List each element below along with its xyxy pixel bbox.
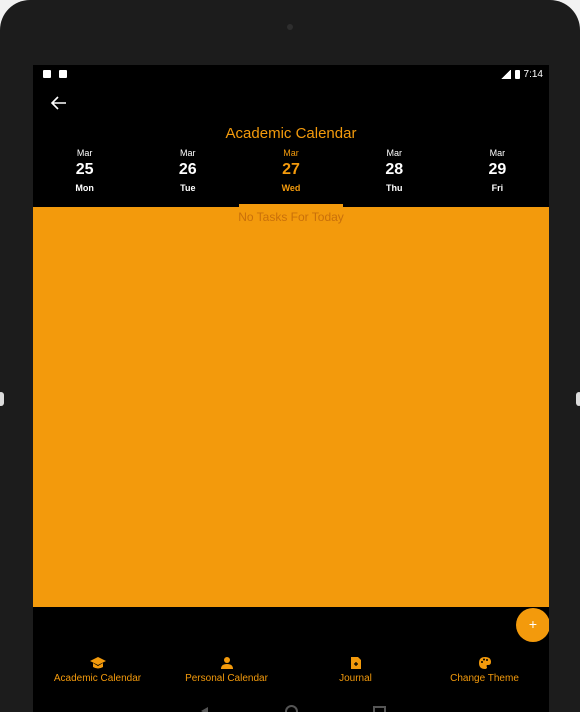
date-weekday: Tue	[180, 183, 196, 193]
date-tab-mar-26[interactable]: Mar 26 Tue	[136, 145, 239, 207]
add-task-button[interactable]: +	[516, 608, 549, 642]
status-right: 7:14	[500, 69, 543, 80]
side-button-right	[576, 392, 580, 406]
empty-tasks-message: No Tasks For Today	[238, 210, 344, 224]
date-day-number: 25	[75, 161, 94, 178]
date-weekday: Mon	[75, 183, 94, 193]
tablet-frame: 7:14 Academic Calendar Mar 25 Mon Mar 26…	[0, 0, 580, 712]
date-weekday: Wed	[281, 183, 301, 193]
date-weekday: Thu	[385, 183, 403, 193]
date-day-number: 29	[488, 161, 507, 178]
bottom-navigation: Academic Calendar Personal Calendar Jour…	[33, 655, 549, 695]
nav-label: Academic Calendar	[53, 673, 142, 684]
journal-icon	[291, 655, 420, 671]
nav-journal[interactable]: Journal	[291, 655, 420, 695]
date-day-number: 27	[282, 161, 300, 178]
nav-label: Journal	[339, 673, 372, 684]
system-back-icon[interactable]	[201, 707, 208, 712]
nav-personal-calendar[interactable]: Personal Calendar	[162, 655, 291, 695]
back-arrow-icon[interactable]	[49, 95, 69, 111]
system-navigation-bar	[33, 701, 549, 712]
graduation-cap-icon	[33, 655, 162, 671]
date-tab-mar-28[interactable]: Mar 28 Thu	[343, 145, 446, 207]
date-weekday: Fri	[491, 183, 504, 193]
palette-icon	[420, 655, 549, 671]
nav-label: Change Theme	[450, 673, 519, 684]
camera-icon	[287, 24, 293, 30]
signal-icon	[500, 70, 511, 79]
task-list-panel: No Tasks For Today	[33, 207, 549, 607]
nav-change-theme[interactable]: Change Theme	[420, 655, 549, 695]
date-month: Mar	[76, 148, 93, 158]
date-tab-mar-25[interactable]: Mar 25 Mon	[33, 145, 136, 207]
date-month: Mar	[283, 148, 299, 158]
date-day-number: 28	[385, 161, 404, 178]
notification-icon	[43, 70, 51, 78]
date-month: Mar	[489, 148, 506, 158]
system-home-icon[interactable]	[285, 705, 298, 712]
status-bar: 7:14	[33, 65, 549, 85]
side-button-left	[0, 392, 4, 406]
date-month: Mar	[386, 148, 402, 158]
nav-label: Personal Calendar	[185, 673, 268, 684]
battery-icon	[514, 70, 520, 79]
date-strip: Mar 25 Mon Mar 26 Tue Mar 27 Wed Mar 28 …	[33, 145, 549, 207]
notification-icon	[59, 70, 67, 78]
date-tab-mar-27[interactable]: Mar 27 Wed	[239, 145, 343, 207]
date-month: Mar	[180, 148, 196, 158]
nav-academic-calendar[interactable]: Academic Calendar	[33, 655, 162, 695]
page-title: Academic Calendar	[225, 125, 357, 142]
person-icon	[162, 655, 291, 671]
date-day-number: 26	[178, 161, 197, 178]
app-screen: 7:14 Academic Calendar Mar 25 Mon Mar 26…	[33, 65, 549, 712]
status-time: 7:14	[523, 69, 543, 80]
date-tab-mar-29[interactable]: Mar 29 Fri	[446, 145, 549, 207]
system-recents-icon[interactable]	[373, 706, 386, 712]
